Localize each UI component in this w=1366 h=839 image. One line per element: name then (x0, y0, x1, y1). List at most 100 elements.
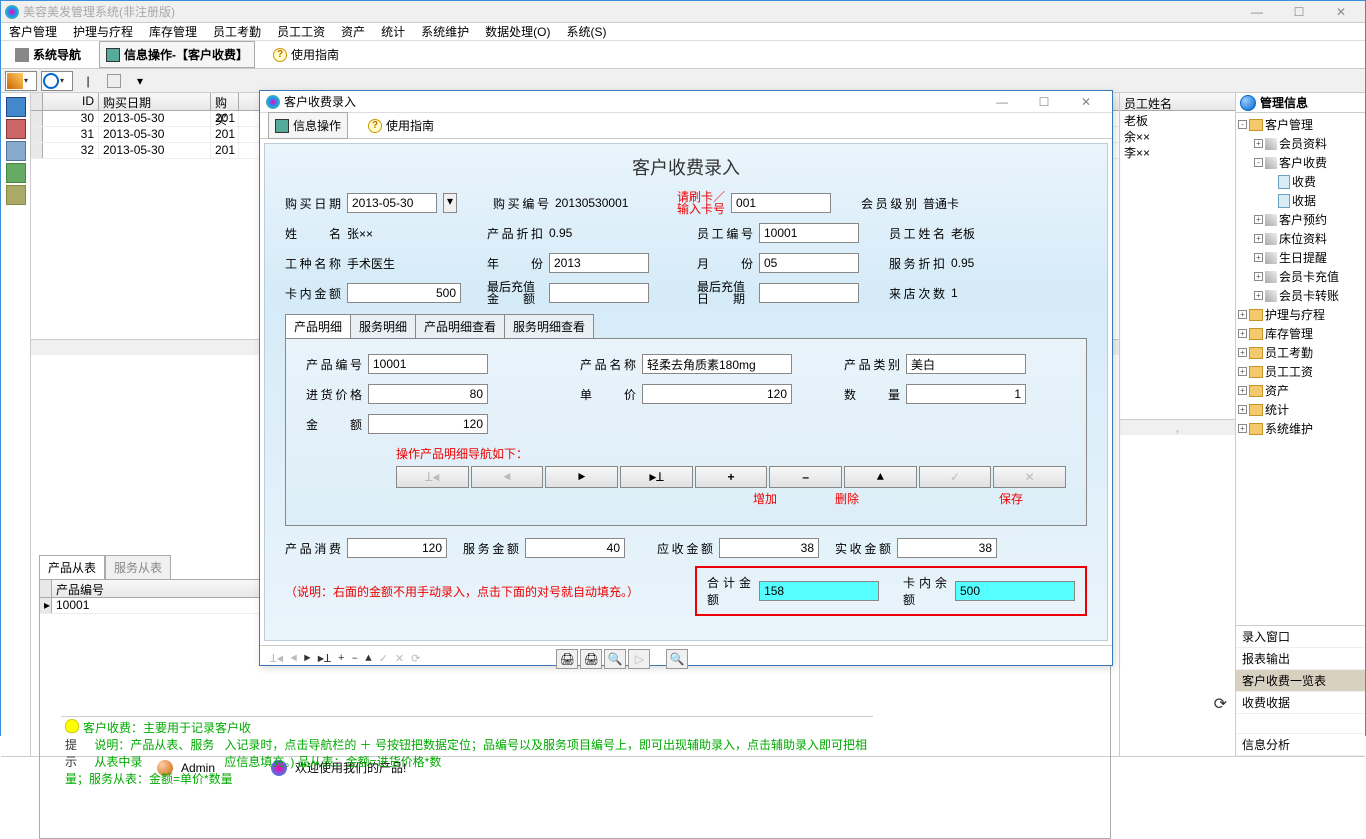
tree-item[interactable]: +客户预约 (1238, 210, 1363, 229)
menu-stats[interactable]: 统计 (375, 23, 411, 40)
foot-first[interactable]: ꓕ◄ (268, 652, 285, 666)
nav-add[interactable]: + (695, 466, 768, 488)
emp-scroll-h[interactable]: ꓹ (1120, 419, 1235, 435)
subtab-product[interactable]: 产品从表 (39, 555, 105, 579)
menu-assets[interactable]: 资产 (335, 23, 371, 40)
qty-input[interactable] (906, 384, 1026, 404)
foot-tool-run[interactable]: ▷ (628, 649, 650, 669)
menu-system[interactable]: 系统(S) (560, 23, 612, 40)
leftbar-icon-4[interactable] (6, 163, 26, 183)
maximize-button[interactable]: ☐ (1279, 2, 1319, 22)
tree-folder[interactable]: +员工考勤 (1238, 343, 1363, 362)
foot-cancel[interactable]: ✕ (393, 652, 406, 666)
foot-add[interactable]: + (336, 653, 347, 665)
product-name-input[interactable] (642, 354, 792, 374)
tab-system-nav[interactable]: 系统导航 (9, 42, 87, 67)
tree-folder[interactable]: +员工工资 (1238, 362, 1363, 381)
menu-attendance[interactable]: 员工考勤 (207, 23, 267, 40)
modal-maximize[interactable]: ☐ (1024, 92, 1064, 112)
last-recharge-input[interactable] (549, 283, 649, 303)
close-button[interactable]: ✕ (1321, 2, 1361, 22)
emp-no-input[interactable] (759, 223, 859, 243)
foot-tool-print2[interactable]: 🖨 (580, 649, 602, 669)
price-input[interactable] (642, 384, 792, 404)
foot-tool-print1[interactable]: 🖨 (556, 649, 578, 669)
tree-item[interactable]: +会员资料 (1238, 134, 1363, 153)
refresh-icon[interactable]: ⟳ (1214, 696, 1227, 713)
nav-prev[interactable]: ◄ (471, 466, 544, 488)
tree-item[interactable]: +会员卡充值 (1238, 267, 1363, 286)
svc-amt-input[interactable] (525, 538, 625, 558)
inner-tab-product[interactable]: 产品明细 (285, 314, 351, 338)
foot-tool-search[interactable]: 🔍 (666, 649, 688, 669)
tree-item[interactable]: +床位资料 (1238, 229, 1363, 248)
year-input[interactable] (549, 253, 649, 273)
bottom-tab[interactable]: 报表输出 (1236, 648, 1365, 670)
modal-minimize[interactable]: — (982, 92, 1022, 112)
inner-tab-product-view[interactable]: 产品明细查看 (415, 314, 505, 338)
tree-item[interactable]: 收据 (1238, 191, 1363, 210)
tree-item[interactable]: -客户收费 (1238, 153, 1363, 172)
card-amt-input[interactable] (347, 283, 461, 303)
balance-input[interactable] (955, 581, 1075, 601)
prod-cost-input[interactable] (347, 538, 447, 558)
bottom-tab[interactable]: 信息分析 (1236, 734, 1365, 756)
nav-play[interactable]: ► (545, 466, 618, 488)
modal-tab-guide[interactable]: ?使用指南 (362, 113, 440, 138)
menu-customer[interactable]: 客户管理 (3, 23, 63, 40)
leftbar-icon-5[interactable] (6, 185, 26, 205)
tree-item[interactable]: +会员卡转账 (1238, 286, 1363, 305)
nav-save[interactable]: ✓ (919, 466, 992, 488)
foot-ok[interactable]: ✓ (377, 652, 390, 666)
leftbar-icon-1[interactable] (6, 97, 26, 117)
list-item[interactable]: 老板 (1120, 111, 1235, 127)
inner-tab-service-view[interactable]: 服务明细查看 (504, 314, 594, 338)
tool-edit[interactable]: ▾ (5, 71, 37, 91)
tree-folder[interactable]: +统计 (1238, 400, 1363, 419)
modal-tab-info[interactable]: 信息操作 (268, 112, 348, 139)
foot-del[interactable]: – (349, 653, 360, 665)
menu-stock[interactable]: 库存管理 (143, 23, 203, 40)
foot-next[interactable]: ► (302, 653, 313, 665)
leftbar-icon-3[interactable] (6, 141, 26, 161)
tab-info-op[interactable]: 信息操作-【客户收费】 (99, 41, 255, 68)
bottom-tab[interactable]: 收费收据 (1236, 692, 1365, 714)
menu-salary[interactable]: 员工工资 (271, 23, 331, 40)
tool-dropdown[interactable]: ▾ (129, 71, 151, 91)
product-no-input[interactable] (368, 354, 488, 374)
tree-item[interactable]: +生日提醒 (1238, 248, 1363, 267)
list-item[interactable]: 李×× (1120, 143, 1235, 159)
date-dropdown[interactable]: ▾ (443, 193, 457, 213)
foot-refresh[interactable]: ⟳ (409, 652, 422, 666)
nav-delete[interactable]: – (769, 466, 842, 488)
tree-folder[interactable]: +系统维护 (1238, 419, 1363, 438)
tab-guide[interactable]: ? 使用指南 (267, 42, 345, 67)
card-no-input[interactable] (731, 193, 831, 213)
amount-input[interactable] (368, 414, 488, 434)
tool-unknown[interactable] (103, 71, 125, 91)
nav-cancel[interactable]: ✕ (993, 466, 1066, 488)
nav-last[interactable]: ►ꓕ (620, 466, 693, 488)
foot-last[interactable]: ►ꓕ (316, 652, 333, 666)
menu-care[interactable]: 护理与疗程 (67, 23, 139, 40)
tree-root[interactable]: -客户管理 (1238, 115, 1363, 134)
menu-maintenance[interactable]: 系统维护 (415, 23, 475, 40)
last-date-input[interactable] (759, 283, 859, 303)
foot-tool-preview[interactable]: 🔍 (604, 649, 626, 669)
list-item[interactable]: 余×× (1120, 127, 1235, 143)
buy-date-input[interactable] (347, 193, 437, 213)
received-input[interactable] (897, 538, 997, 558)
month-input[interactable] (759, 253, 859, 273)
product-cat-input[interactable] (906, 354, 1026, 374)
tree-item[interactable]: 收费 (1238, 172, 1363, 191)
tree-folder[interactable]: +库存管理 (1238, 324, 1363, 343)
tool-search[interactable]: ▾ (41, 71, 73, 91)
nav-first[interactable]: ꓕ◄ (396, 466, 469, 488)
total-input[interactable] (759, 581, 879, 601)
receivable-input[interactable] (719, 538, 819, 558)
tree-folder[interactable]: +护理与疗程 (1238, 305, 1363, 324)
menu-data[interactable]: 数据处理(O) (479, 23, 556, 40)
leftbar-icon-2[interactable] (6, 119, 26, 139)
foot-prev[interactable]: ◄ (288, 653, 299, 665)
minimize-button[interactable]: — (1237, 2, 1277, 22)
